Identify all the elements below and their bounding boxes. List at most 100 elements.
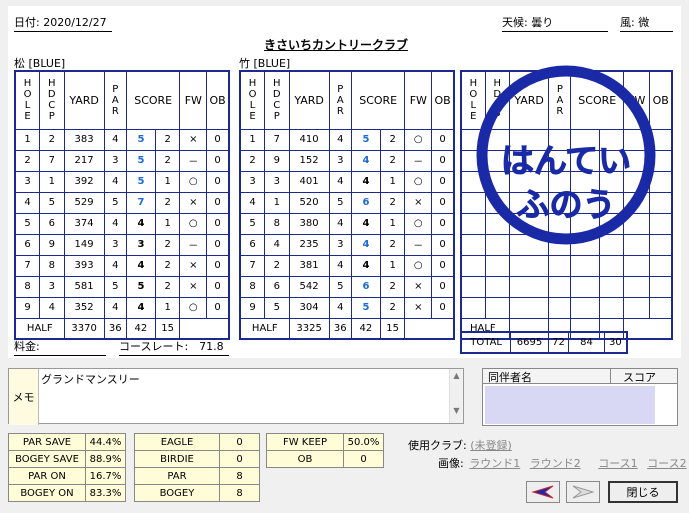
empty-cell — [548, 275, 572, 298]
col-hdcp: HDCP — [264, 70, 290, 130]
hole-score: 3 — [125, 233, 156, 256]
empty-cell — [508, 254, 550, 277]
hole-score: 5 — [350, 128, 381, 151]
empty-cell — [460, 275, 486, 298]
hole-ob: 0 — [431, 191, 455, 214]
image-link-round2[interactable]: ラウンド2 — [530, 457, 581, 470]
empty-cell — [623, 254, 651, 277]
hole-putt: 1 — [379, 254, 406, 277]
companion-list[interactable]: 同伴者名 スコア — [482, 368, 678, 426]
stamp-text-line2: ふのう — [516, 185, 616, 225]
hole-par: 3 — [328, 233, 352, 256]
hole-ob: 0 — [206, 296, 230, 319]
hole-par: 4 — [103, 254, 127, 277]
hole-fw: × — [179, 254, 208, 277]
stat-label: EAGLE — [134, 433, 220, 451]
empty-cell — [649, 296, 673, 319]
col-yard: YARD — [288, 70, 330, 130]
hole-yard: 392 — [63, 170, 105, 193]
date-label: 日付: 2020/12/27 — [14, 14, 112, 32]
hole-row: 2 7 217 3 5 2 － 0 — [14, 149, 230, 172]
stat-value: 0 — [219, 450, 260, 468]
image-link-course1[interactable]: コース1 — [598, 457, 637, 470]
empty-cell — [460, 254, 486, 277]
hole-hdcp: 1 — [39, 170, 65, 193]
companion-selection[interactable] — [485, 386, 655, 424]
hole-putt: 2 — [379, 191, 406, 214]
hole-putt: 2 — [154, 275, 181, 298]
hole-fw: － — [179, 233, 208, 256]
hole-row: 1 2 383 4 5 2 × 0 — [14, 128, 230, 151]
hole-putt: 2 — [154, 128, 181, 151]
hole-number: 5 — [14, 212, 41, 235]
hole-ob: 0 — [206, 191, 230, 214]
scroll-down-icon[interactable]: ▼ — [450, 406, 463, 415]
header-row: HOLE HDCP YARD PAR SCORE FW OB — [239, 70, 455, 130]
half-label: HALF — [239, 317, 290, 340]
half-blank — [404, 317, 455, 340]
hole-score: 4 — [125, 254, 156, 277]
hole-yard: 304 — [288, 296, 330, 319]
hole-score: 4 — [350, 170, 381, 193]
in-scorecard-table: HOLE HDCP YARD PAR SCORE FW OB 1 7 410 4 5 2 ○ 0 2 9 152 3… — [239, 70, 455, 340]
memo-box[interactable]: メモ グランドマンスリー ▲ ▼ — [8, 368, 464, 425]
total-par: 72 — [547, 331, 570, 354]
column-header-text: HOLE — [248, 78, 257, 123]
col-hole: HOLE — [239, 70, 266, 130]
hole-yard: 383 — [63, 128, 105, 151]
memo-scrollbar[interactable]: ▲ ▼ — [449, 369, 463, 423]
hole-hdcp: 3 — [39, 275, 65, 298]
hole-par: 5 — [328, 275, 352, 298]
hole-fw: × — [404, 191, 433, 214]
image-link-course2[interactable]: コース2 — [647, 457, 686, 470]
hole-row — [460, 254, 673, 277]
hole-par: 3 — [103, 233, 127, 256]
image-link-round1[interactable]: ラウンド1 — [469, 457, 520, 470]
clubs-link[interactable]: (未登録) — [470, 439, 512, 452]
hole-number: 2 — [14, 149, 41, 172]
half-blank — [179, 317, 230, 340]
hole-yard: 352 — [63, 296, 105, 319]
hole-number: 1 — [239, 128, 266, 151]
hole-number: 7 — [14, 254, 41, 277]
hole-par: 4 — [103, 128, 127, 151]
hole-yard: 374 — [63, 212, 105, 235]
hole-par: 3 — [328, 149, 352, 172]
stat-row: BOGEY SAVE 88.9% — [8, 450, 126, 468]
hole-yard: 401 — [288, 170, 330, 193]
stat-value: 50.0% — [343, 433, 384, 451]
weather-label: 天候: 曇り — [502, 14, 608, 32]
hole-hdcp: 4 — [39, 296, 65, 319]
half-putt: 15 — [154, 317, 181, 340]
memo-text[interactable]: グランドマンスリー — [41, 371, 140, 387]
hole-row: 8 6 542 5 6 2 × 0 — [239, 275, 455, 298]
hole-par: 4 — [328, 170, 352, 193]
hole-ob: 0 — [206, 170, 230, 193]
companion-col-name[interactable]: 同伴者名 — [483, 369, 611, 384]
hole-putt: 2 — [154, 233, 181, 256]
half-par: 36 — [328, 317, 352, 340]
scroll-up-icon[interactable]: ▲ — [450, 371, 463, 380]
stats-table-3: FW KEEP 50.0% OB 0 — [266, 433, 384, 468]
hole-row: 6 9 149 3 3 2 － 0 — [14, 233, 230, 256]
hole-hdcp: 8 — [264, 212, 290, 235]
prev-button[interactable] — [526, 481, 560, 503]
next-button[interactable] — [566, 481, 600, 503]
hole-par: 4 — [328, 128, 352, 151]
hole-yard: 529 — [63, 191, 105, 214]
hole-row: 5 6 374 4 4 1 ○ 0 — [14, 212, 230, 235]
hole-row: 3 3 401 4 4 1 ○ 0 — [239, 170, 455, 193]
hole-putt: 1 — [154, 296, 181, 319]
hole-row: 5 8 380 4 4 1 ○ 0 — [239, 212, 455, 235]
out-course-label: 松 [BLUE] — [14, 57, 66, 70]
hole-fw: － — [404, 149, 433, 172]
empty-cell — [484, 275, 510, 298]
images-label: 画像: — [438, 457, 464, 470]
close-button[interactable]: 閉じる — [608, 481, 678, 503]
companion-col-score[interactable]: スコア — [611, 369, 677, 384]
clubs-label: 使用クラブ: — [408, 439, 467, 452]
hole-par: 5 — [328, 191, 352, 214]
half-score: 42 — [125, 317, 156, 340]
hole-yard: 235 — [288, 233, 330, 256]
col-score: SCORE — [125, 70, 181, 130]
